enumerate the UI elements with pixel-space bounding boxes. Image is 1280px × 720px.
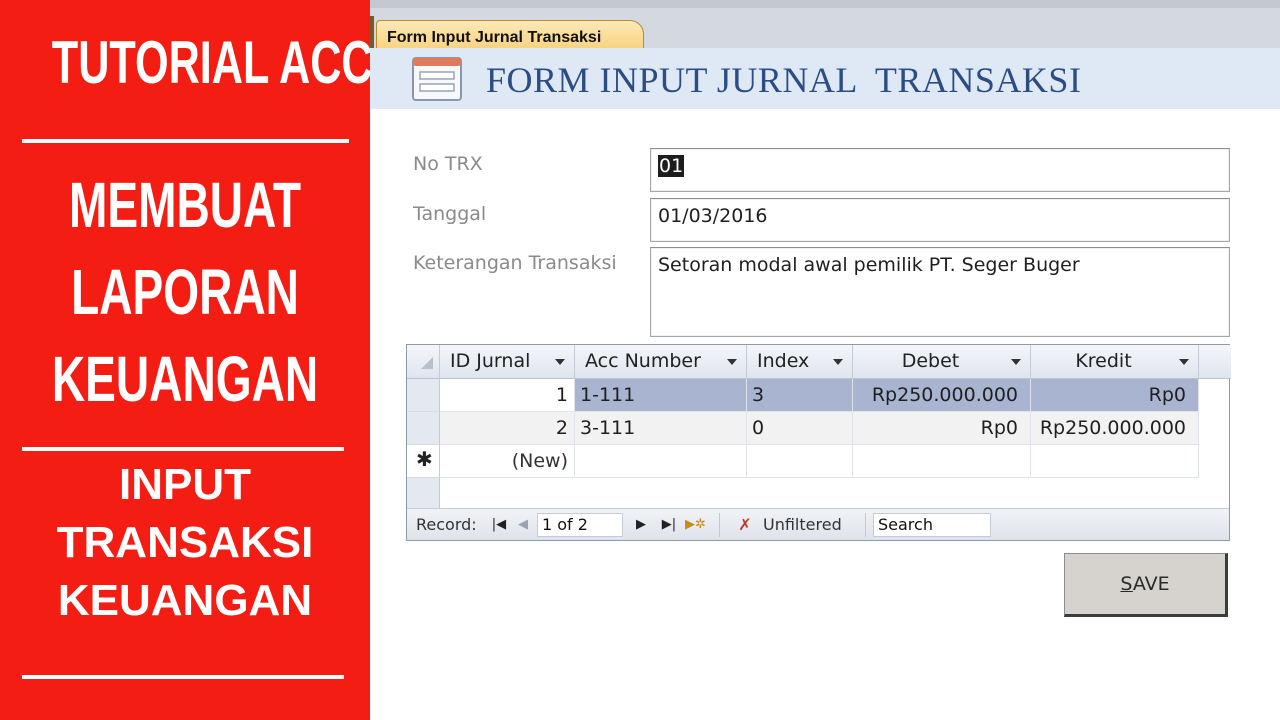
cell-debet-new[interactable] [853, 445, 1031, 478]
chevron-down-icon[interactable] [1011, 359, 1021, 365]
save-label: AVE [1132, 573, 1170, 595]
no-trx-field[interactable]: 01 [650, 148, 1230, 192]
banner-subheading: INPUT TRANSAKSI KEUANGAN [0, 456, 370, 630]
select-all-corner[interactable] [407, 345, 440, 379]
nav-divider [865, 513, 866, 537]
first-record-icon[interactable]: |◀ [489, 509, 509, 540]
filter-status[interactable]: Unfiltered [763, 509, 842, 540]
cell-kredit-new[interactable] [1031, 445, 1199, 478]
cell-kredit[interactable]: Rp250.000.000 [1031, 412, 1199, 445]
banner-title: TUTORIAL ACCESS [51, 29, 460, 96]
banner-heading: MEMBUAT LAPORAN KEUANGAN [0, 162, 370, 423]
banner-divider [22, 139, 349, 143]
cell-debet[interactable]: Rp250.000.000 [853, 379, 1031, 412]
tutorial-banner: TUTORIAL ACCESS MEMBUAT LAPORAN KEUANGAN… [0, 0, 460, 720]
chevron-down-icon[interactable] [727, 359, 737, 365]
save-button[interactable]: SAVE [1064, 553, 1228, 617]
form-icon [412, 57, 462, 101]
cell-id-jurnal-new[interactable]: (New) [440, 445, 575, 478]
document-tab-strip: Form Input Jurnal Transaksi [370, 0, 1280, 56]
banner-subheading-line: KEUANGAN [57, 576, 313, 625]
form-title: FORM INPUT JURNAL TRANSAKSI [486, 60, 1082, 100]
chevron-down-icon[interactable] [833, 359, 843, 365]
cell-acc-number[interactable]: 3-111 [575, 412, 747, 445]
no-trx-label: No TRX [413, 153, 483, 175]
tanggal-value: 01/03/2016 [658, 205, 768, 227]
banner-heading-line: MEMBUAT [68, 169, 302, 241]
banner-heading-line: LAPORAN [71, 256, 299, 328]
banner-subheading-line: TRANSAKSI [56, 518, 314, 567]
datasheet-header: ID Jurnal Acc Number Index Debet Kredit [407, 345, 1231, 379]
column-header-kredit[interactable]: Kredit [1031, 345, 1199, 379]
form-header: FORM INPUT JURNAL TRANSAKSI [370, 48, 1280, 109]
new-record-row[interactable]: ✱ (New) [407, 445, 1199, 478]
column-header-debet[interactable]: Debet [853, 345, 1031, 379]
record-selector[interactable] [407, 412, 440, 445]
column-header-index[interactable]: Index [747, 345, 853, 379]
jurnal-subform: ID Jurnal Acc Number Index Debet Kredit … [406, 344, 1231, 541]
access-window: Form Input Jurnal Transaksi FORM INPUT J… [370, 0, 1280, 720]
cell-id-jurnal[interactable]: 1 [440, 379, 575, 412]
cell-index[interactable]: 0 [747, 412, 853, 445]
window-edge [370, 16, 374, 48]
column-header-acc-number[interactable]: Acc Number [575, 345, 747, 379]
record-navigation-bar: Record: |◀ ◀ 1 of 2 ▶ ▶| ▶✲ ✗ Unfiltered… [407, 508, 1229, 540]
last-record-icon[interactable]: ▶| [659, 509, 679, 540]
tanggal-field[interactable]: 01/03/2016 [650, 198, 1230, 242]
banner-subheading-line: INPUT [119, 460, 251, 509]
no-trx-value: 01 [658, 155, 685, 177]
table-row[interactable]: 1 1-111 3 Rp250.000.000 Rp0 [407, 379, 1199, 412]
record-label: Record: [416, 515, 477, 534]
filter-icon[interactable]: ✗ [735, 509, 755, 540]
new-record-icon[interactable]: ▶✲ [685, 509, 706, 540]
tanggal-label: Tanggal [413, 203, 487, 225]
chevron-down-icon[interactable] [555, 359, 565, 365]
new-record-icon: ✱ [416, 447, 433, 471]
record-selector-empty [407, 478, 440, 508]
save-label-accesskey: S [1120, 573, 1133, 595]
cell-acc-number-new[interactable] [575, 445, 747, 478]
next-record-icon[interactable]: ▶ [631, 509, 651, 540]
cell-kredit[interactable]: Rp0 [1031, 379, 1199, 412]
chevron-down-icon[interactable] [1179, 359, 1189, 365]
keterangan-label: Keterangan Transaksi [413, 252, 617, 274]
keterangan-field[interactable]: Setoran modal awal pemilik PT. Seger Bug… [650, 247, 1230, 337]
previous-record-icon[interactable]: ◀ [513, 509, 533, 540]
record-selector[interactable]: ✱ [407, 445, 440, 478]
banner-divider [22, 675, 344, 679]
nav-divider [719, 513, 720, 537]
keterangan-value: Setoran modal awal pemilik PT. Seger Bug… [658, 254, 1080, 276]
cell-debet[interactable]: Rp0 [853, 412, 1031, 445]
cell-acc-number[interactable]: 1-111 [575, 379, 747, 412]
record-position-input[interactable]: 1 of 2 [537, 513, 623, 537]
column-header-id-jurnal[interactable]: ID Jurnal [440, 345, 575, 379]
record-selector[interactable] [407, 379, 440, 412]
banner-heading-line: KEUANGAN [51, 343, 319, 415]
cell-index-new[interactable] [747, 445, 853, 478]
cell-id-jurnal[interactable]: 2 [440, 412, 575, 445]
banner-divider [22, 447, 344, 451]
table-row[interactable]: 2 3-111 0 Rp0 Rp250.000.000 [407, 412, 1199, 445]
cell-index[interactable]: 3 [747, 379, 853, 412]
search-input[interactable]: Search [873, 513, 991, 537]
